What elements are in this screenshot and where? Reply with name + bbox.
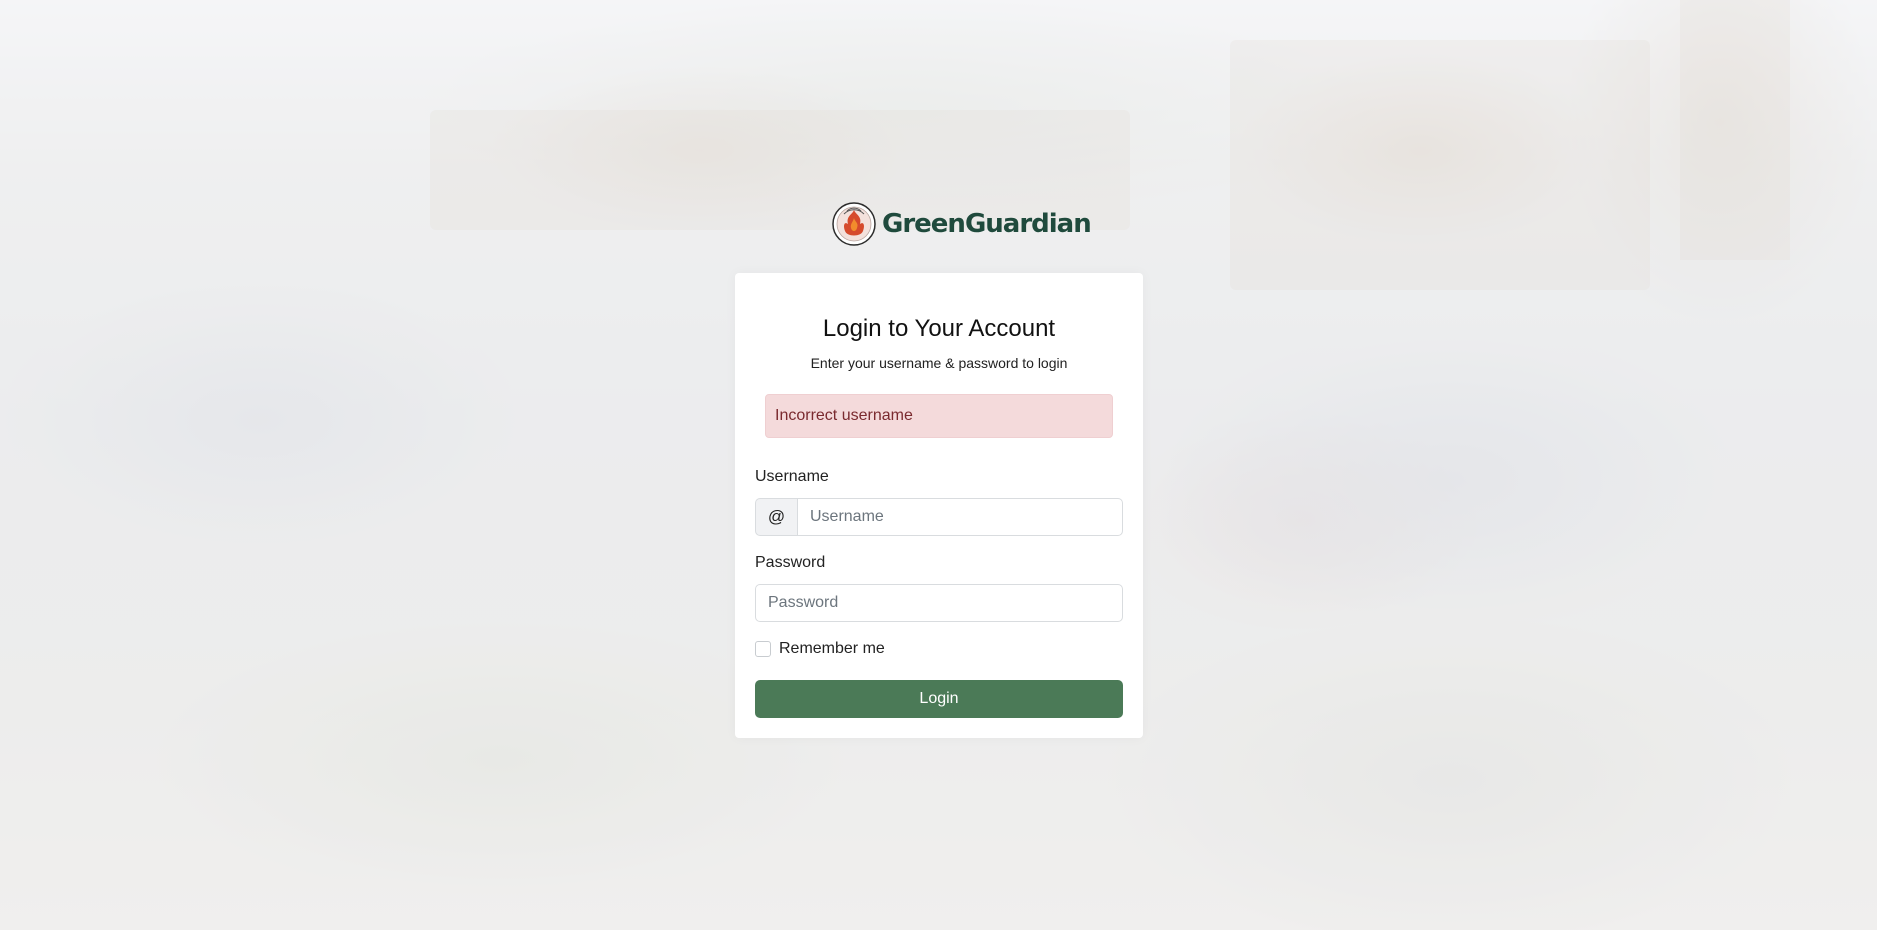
flame-emblem-icon — [832, 202, 876, 246]
background-tower — [1680, 0, 1790, 260]
username-input[interactable] — [797, 498, 1123, 536]
remember-me-checkbox[interactable] — [755, 641, 771, 657]
remember-me-label[interactable]: Remember me — [779, 640, 885, 658]
password-label: Password — [755, 554, 826, 571]
username-label: Username — [755, 468, 829, 485]
username-input-group: @ — [755, 498, 1123, 536]
card-title: Login to Your Account — [822, 315, 1056, 342]
at-sign-addon: @ — [755, 498, 797, 536]
remember-me-row[interactable]: Remember me — [755, 640, 885, 658]
background-church-facade — [1230, 40, 1650, 290]
password-input[interactable] — [755, 584, 1123, 622]
brand-logo: GreenGuardian — [832, 200, 1092, 248]
brand-name: GreenGuardian — [882, 209, 1092, 239]
error-alert: Incorrect username — [765, 394, 1113, 438]
login-card: Login to Your Account Enter your usernam… — [735, 273, 1143, 738]
login-button[interactable]: Login — [755, 680, 1123, 718]
card-subtitle: Enter your username & password to login — [810, 355, 1068, 371]
login-page: GreenGuardian Login to Your Account Ente… — [0, 0, 1877, 930]
